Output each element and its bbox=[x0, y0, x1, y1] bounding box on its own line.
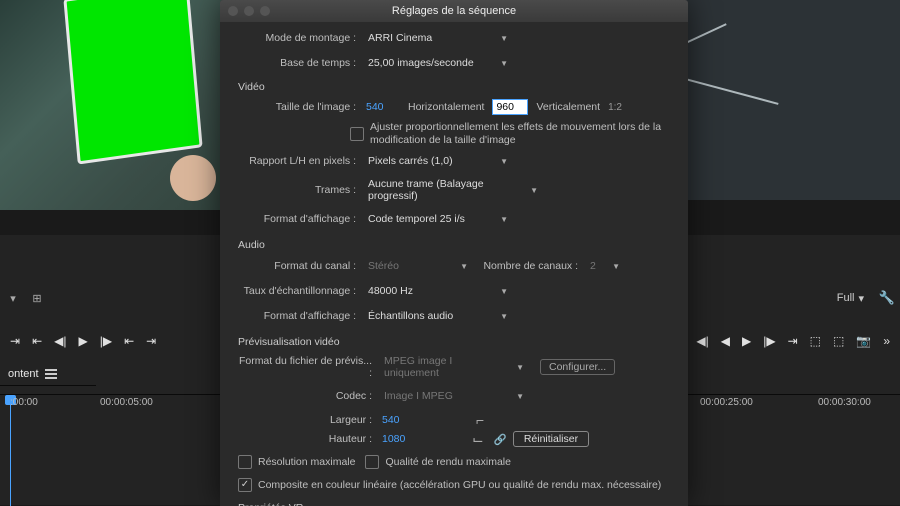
fields-label: Trames : bbox=[238, 184, 362, 196]
insert-icon[interactable]: ⇥ bbox=[10, 334, 20, 348]
ruler-tick: 00:00:05:00 bbox=[100, 397, 153, 408]
export-frame-icon[interactable]: 📷 bbox=[856, 334, 871, 348]
chevron-down-icon: ▼ bbox=[500, 34, 508, 43]
num-channels-label: Nombre de canaux : bbox=[474, 260, 584, 272]
link-icon[interactable]: 🔗 bbox=[494, 433, 507, 446]
editing-mode-select[interactable]: ARRI Cinema▼ bbox=[362, 28, 514, 48]
aspect-ratio: 1:2 bbox=[608, 102, 622, 113]
chevron-down-icon: ▼ bbox=[500, 215, 508, 224]
preview-height-label: Hauteur : bbox=[238, 433, 378, 445]
video-display-format-select[interactable]: Code temporel 25 i/s▼ bbox=[362, 209, 514, 229]
chevron-down-icon: ▼ bbox=[500, 157, 508, 166]
ruler-tick: 00:00:30:00 bbox=[818, 397, 871, 408]
settings-icon[interactable]: 🔧 bbox=[880, 291, 894, 305]
lift-icon[interactable]: ⬚ bbox=[810, 334, 821, 348]
preview-section-label: Prévisualisation vidéo bbox=[238, 336, 670, 348]
timebase-select[interactable]: 25,00 images/seconde▼ bbox=[362, 53, 514, 73]
next-frame-icon[interactable]: |▶ bbox=[100, 334, 112, 348]
overwrite-icon[interactable]: ⇤ bbox=[32, 334, 42, 348]
chevron-down-icon: ▼ bbox=[500, 312, 508, 321]
overflow-icon[interactable]: » bbox=[883, 334, 890, 348]
dialog-titlebar[interactable]: Réglages de la séquence bbox=[220, 0, 688, 22]
prev-frame-icon[interactable]: ◀| bbox=[54, 334, 66, 348]
sample-rate-select[interactable]: 48000 Hz▼ bbox=[362, 281, 514, 301]
pixel-aspect-select[interactable]: Pixels carrés (1,0)▼ bbox=[362, 151, 514, 171]
audio-display-format-label: Format d'affichage : bbox=[238, 310, 362, 322]
frame-height-input[interactable]: 960 bbox=[492, 99, 528, 115]
chevron-down-icon: ▼ bbox=[516, 363, 524, 372]
chevron-down-icon: ▼ bbox=[516, 392, 524, 401]
link-bracket-bottom: ⌙ bbox=[472, 431, 484, 448]
preview-file-select: MPEG image I uniquement▼ bbox=[378, 353, 530, 381]
next-edit-icon[interactable]: ⇥ bbox=[788, 334, 798, 348]
marker-icon[interactable]: ▾ bbox=[6, 291, 20, 305]
chevron-down-icon: ▼ bbox=[530, 186, 538, 195]
tab-label: ontent bbox=[8, 368, 39, 380]
dialog-title: Réglages de la séquence bbox=[392, 5, 516, 17]
step-fwd-icon[interactable]: |▶ bbox=[763, 334, 775, 348]
audio-section-label: Audio bbox=[238, 239, 670, 251]
chevron-down-icon: ▼ bbox=[460, 262, 468, 271]
preview-width-label: Largeur : bbox=[238, 414, 378, 426]
panel-menu-icon[interactable] bbox=[45, 367, 57, 381]
channel-format-label: Format du canal : bbox=[238, 260, 362, 272]
max-quality-checkbox[interactable] bbox=[365, 455, 379, 469]
extract-icon[interactable]: ⬚ bbox=[833, 334, 844, 348]
chevron-down-icon: ▾ bbox=[858, 292, 864, 305]
preview-width-input[interactable]: 540 bbox=[378, 412, 416, 428]
play-icon[interactable]: ▶ bbox=[78, 334, 87, 348]
ruler-tick: :00:00 bbox=[10, 397, 38, 408]
vertical-label: Verticalement bbox=[536, 101, 600, 113]
max-resolution-checkbox[interactable] bbox=[238, 455, 252, 469]
link-bracket-top: ⌐ bbox=[476, 412, 484, 428]
hand bbox=[170, 155, 216, 201]
channel-format-select: Stéréo▼ bbox=[362, 256, 474, 276]
timeline-tab[interactable]: ontent bbox=[0, 363, 96, 386]
video-display-format-label: Format d'affichage : bbox=[238, 213, 362, 225]
editing-mode-label: Mode de montage : bbox=[238, 32, 362, 44]
audio-display-format-select[interactable]: Échantillons audio▼ bbox=[362, 306, 514, 326]
in-point-icon[interactable]: ⇤ bbox=[124, 334, 134, 348]
composite-checkbox[interactable] bbox=[238, 478, 252, 492]
codec-label: Codec : bbox=[238, 390, 378, 402]
num-channels-select: 2▼ bbox=[584, 256, 626, 276]
frame-size-label: Taille de l'image : bbox=[238, 101, 362, 113]
play-icon-2[interactable]: ▶ bbox=[742, 334, 751, 348]
fields-select[interactable]: Aucune trame (Balayage progressif)▼ bbox=[362, 176, 544, 204]
video-section-label: Vidéo bbox=[238, 81, 670, 93]
out-point-icon[interactable]: ⇥ bbox=[146, 334, 156, 348]
preview-height-input[interactable]: 1080 bbox=[378, 431, 416, 447]
grid-icon[interactable]: ⊞ bbox=[30, 291, 44, 305]
pixel-aspect-label: Rapport L/H en pixels : bbox=[238, 155, 362, 167]
step-back-icon[interactable]: ◀ bbox=[721, 334, 730, 348]
composite-label: Composite en couleur linéaire (accélérat… bbox=[258, 479, 661, 491]
sequence-settings-dialog: Réglages de la séquence Mode de montage … bbox=[220, 0, 688, 506]
adjust-effects-checkbox[interactable] bbox=[350, 127, 364, 141]
vr-section-label: Propriétés VR bbox=[238, 502, 670, 506]
window-controls[interactable] bbox=[228, 6, 270, 16]
horizontal-label: Horizontalement bbox=[408, 101, 484, 113]
green-screen-tablet bbox=[63, 0, 202, 165]
chevron-down-icon: ▼ bbox=[500, 287, 508, 296]
playhead[interactable] bbox=[10, 395, 11, 506]
sample-rate-label: Taux d'échantillonnage : bbox=[238, 285, 362, 297]
preview-file-label: Format du fichier de prévis... : bbox=[238, 355, 378, 379]
max-quality-label: Qualité de rendu maximale bbox=[385, 456, 510, 468]
prev-edit-icon[interactable]: ◀| bbox=[696, 334, 708, 348]
configure-button: Configurer... bbox=[540, 359, 615, 375]
codec-select: Image I MPEG▼ bbox=[378, 386, 530, 406]
chevron-down-icon: ▼ bbox=[612, 262, 620, 271]
chevron-down-icon: ▼ bbox=[500, 59, 508, 68]
timebase-label: Base de temps : bbox=[238, 57, 362, 69]
resolution-dropdown[interactable]: Full ▾ bbox=[831, 290, 870, 307]
reset-button[interactable]: Réinitialiser bbox=[513, 431, 589, 447]
frame-width-input[interactable]: 540 bbox=[362, 99, 400, 115]
max-resolution-label: Résolution maximale bbox=[258, 456, 355, 468]
ruler-tick: 00:00:25:00 bbox=[700, 397, 753, 408]
resolution-label: Full bbox=[837, 292, 855, 304]
adjust-effects-label: Ajuster proportionnellement les effets d… bbox=[370, 121, 670, 146]
